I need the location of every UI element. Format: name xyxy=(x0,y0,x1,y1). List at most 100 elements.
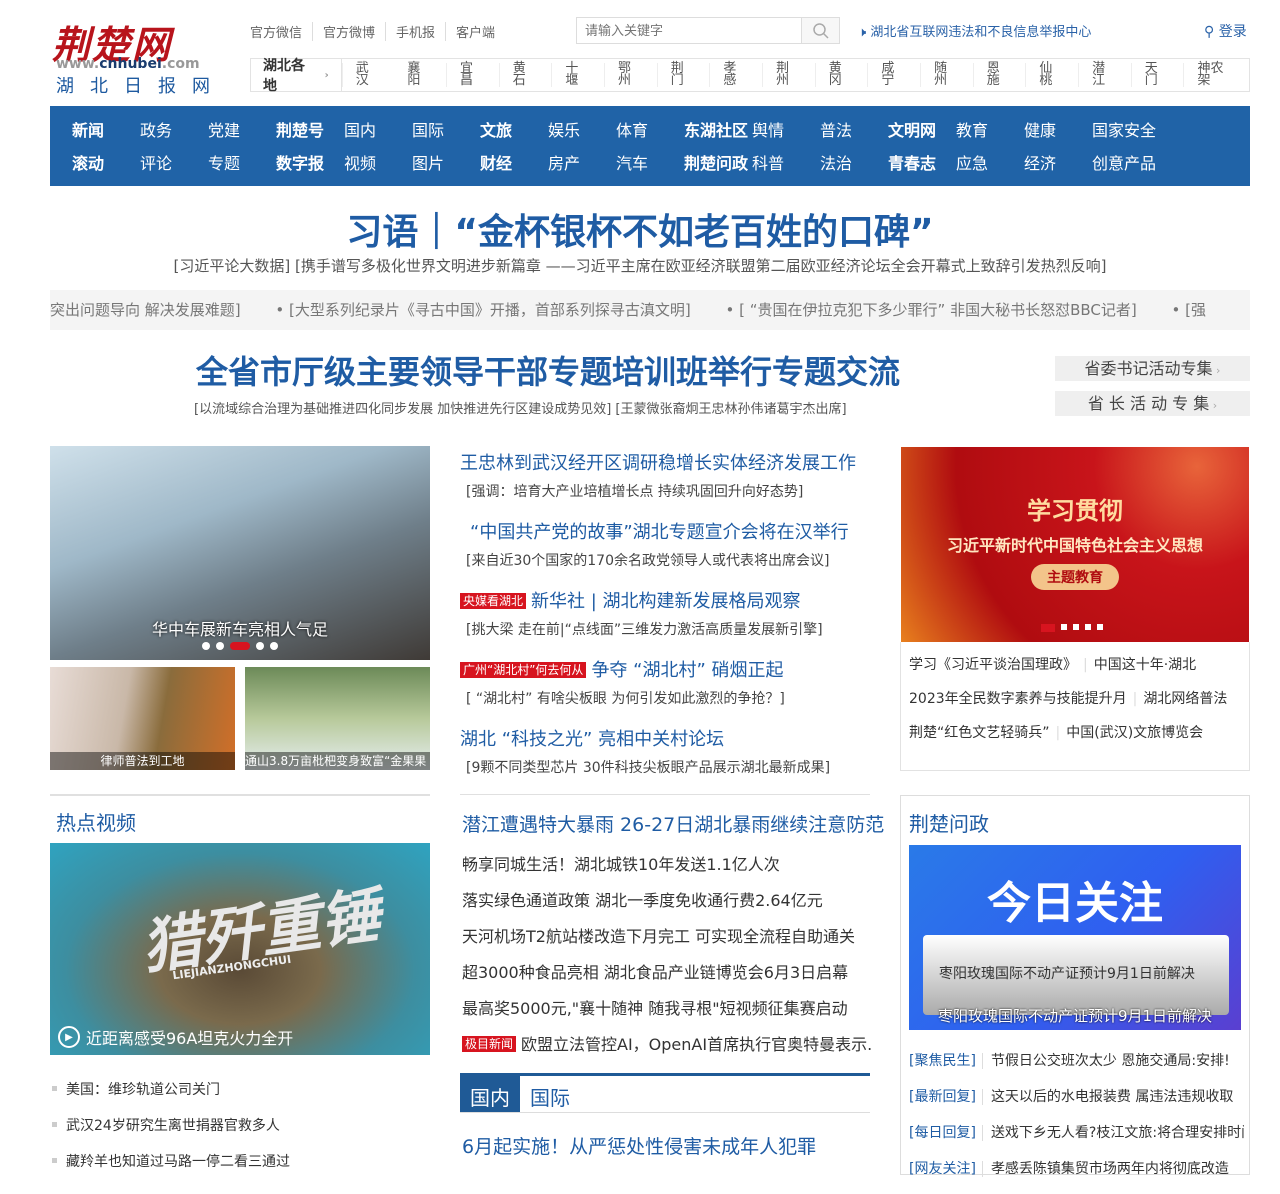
nav-item[interactable]: 政务 xyxy=(140,117,208,141)
ticker-item[interactable]: • [强 xyxy=(1172,301,1206,319)
second-headline[interactable]: 全省市厅级主要领导干部专题培训班举行专题交流 xyxy=(196,347,900,393)
news-tag[interactable]: 央媒看湖北 xyxy=(460,593,527,609)
logo-url: www.cnhubei.com xyxy=(56,56,200,72)
nav-item[interactable]: 国家安全 xyxy=(1092,117,1182,141)
governor-special-button[interactable]: 省 长 活 动 专 集 › xyxy=(1055,391,1250,416)
mobile-paper-link[interactable]: 手机报 xyxy=(386,22,447,41)
main-nav: 新闻 政务 党建 荆楚号 国内 国际 文旅 娱乐 体育 东湖社区 舆情 普法 文明网 教育 健康 国家安全 滚… xyxy=(50,106,1250,186)
region-link[interactable]: 荆州 xyxy=(762,62,815,87)
nav-item[interactable]: 新闻 xyxy=(72,117,140,141)
video-list-item[interactable]: 美国：维珍轨道公司关门 xyxy=(50,1079,430,1115)
play-icon[interactable]: ▶ xyxy=(58,1026,80,1048)
nav-item[interactable]: 舆情 xyxy=(752,117,820,141)
client-link[interactable]: 客户端 xyxy=(446,22,505,41)
nav-item[interactable]: 应急 xyxy=(956,150,1024,174)
wenzheng-item[interactable]: [网友关注] 孝感丢陈镇集贸市场两年内将彻底改造 xyxy=(909,1158,1244,1194)
nav-item[interactable]: 财经 xyxy=(480,150,548,174)
nav-item[interactable]: 文明网 xyxy=(888,117,956,141)
news-item[interactable]: 畅享同城生活！湖北城铁10年发送1.1亿人次 xyxy=(462,851,872,887)
region-link[interactable]: 恩施 xyxy=(972,62,1026,87)
nav-item[interactable]: 体育 xyxy=(616,117,684,141)
region-link[interactable]: 宜昌 xyxy=(446,62,499,87)
nav-item[interactable]: 普法 xyxy=(820,117,888,141)
region-link[interactable]: 十堰 xyxy=(551,62,604,87)
second-headline-sub[interactable]: [以流域综合治理为基础推进四化同步发展 加快推进先行区建设成势见效] [王蒙微张… xyxy=(194,398,847,417)
nav-item[interactable]: 图片 xyxy=(412,150,480,174)
nav-item[interactable]: 娱乐 xyxy=(548,117,616,141)
news-tag[interactable]: 广州“湖北村”何去何从 xyxy=(460,662,587,678)
nav-item[interactable]: 专题 xyxy=(208,150,276,174)
news-item[interactable]: 天河机场T2航站楼改造下月完工 可实现全流程自助通关 xyxy=(462,923,872,959)
region-title: 湖北各地 › xyxy=(251,58,342,94)
news-item: 极目新闻 欧盟立法管控AI，OpenAI首席执行官奥特曼表示. xyxy=(462,1031,872,1067)
news-item[interactable]: 落实绿色通道政策 湖北一季度免收通行费2.64亿元 xyxy=(462,887,872,923)
nav-item[interactable]: 健康 xyxy=(1024,117,1092,141)
thumb-photo[interactable]: 律师普法到工地 xyxy=(50,667,235,770)
ticker-item[interactable]: • [大型系列纪录片《寻古中国》开播，首部系列探寻古滇文明] xyxy=(275,301,690,319)
top-headline-sub[interactable]: [习近平论大数据] [携手谱写多极化世界文明进步新篇章 ——习近平主席在欧亚经济… xyxy=(0,255,1280,276)
ticker-item[interactable]: 突出问题导向 解决发展难题] xyxy=(50,301,241,319)
theme-education-banner[interactable]: 学习贯彻 习近平新时代中国特色社会主义思想 主题教育 xyxy=(901,447,1249,642)
region-link[interactable]: 天门 xyxy=(1130,62,1184,87)
nav-item[interactable]: 经济 xyxy=(1024,150,1092,174)
region-link[interactable]: 孝感 xyxy=(709,62,762,87)
ticker-item[interactable]: • [ “贵国在伊拉克犯下多少罪行” 非国大秘书长怒怼BBC记者] xyxy=(726,301,1137,319)
report-center-link[interactable]: 🕨 湖北省互联网违法和不良信息举报中心 xyxy=(858,21,1091,40)
wenzheng-item[interactable]: [最新回复] 这天以后的水电报装费 属违法违规收取 xyxy=(909,1086,1244,1122)
nav-item[interactable]: 创意产品 xyxy=(1092,150,1182,174)
lead-news[interactable]: 潜江遭遇特大暴雨 26-27日湖北暴雨继续注意防范 xyxy=(462,810,884,837)
nav-item[interactable]: 国际 xyxy=(412,117,480,141)
thumb-photo[interactable]: 通山3.8万亩枇杷变身致富“金果果 xyxy=(245,667,430,770)
tab-domestic[interactable]: 国内 xyxy=(460,1076,520,1112)
news-tabs: 国内 国际 xyxy=(460,1073,870,1113)
nav-item[interactable]: 汽车 xyxy=(616,150,684,174)
region-link[interactable]: 黄冈 xyxy=(814,62,868,87)
top-headline[interactable]: 习语｜“金杯银杯不如老百姓的口碑” xyxy=(0,203,1280,255)
news-item[interactable]: 最高奖5000元,"襄十随神 随我寻根"短视频征集赛启动 xyxy=(462,995,872,1031)
region-link[interactable]: 武汉 xyxy=(341,62,395,87)
today-focus-image[interactable]: 今日关注 枣阳玫瑰国际不动产证预计9月1日前解决 枣阳玫瑰国际不动产证预计9月1… xyxy=(909,845,1241,1030)
region-link[interactable]: 仙桃 xyxy=(1025,62,1078,87)
region-link[interactable]: 黄石 xyxy=(498,62,552,87)
wechat-link[interactable]: 官方微信 xyxy=(250,22,314,41)
nav-item[interactable]: 东湖社区 xyxy=(684,117,752,141)
nav-item[interactable]: 国内 xyxy=(344,117,412,141)
search-input[interactable] xyxy=(576,17,802,44)
region-link[interactable]: 神农架 xyxy=(1183,62,1249,87)
region-link[interactable]: 潜江 xyxy=(1078,62,1131,87)
wenzheng-item[interactable]: [每日回复] 送戏下乡无人看?枝江文旅:将合理安排时间 xyxy=(909,1122,1244,1158)
nav-item[interactable]: 党建 xyxy=(208,117,276,141)
tab-international[interactable]: 国际 xyxy=(520,1076,580,1112)
nav-item[interactable]: 科普 xyxy=(752,150,820,174)
search-button[interactable] xyxy=(801,17,840,44)
wenzheng-item[interactable]: [聚焦民生] 节假日公交班次太少 恩施交通局:安排! xyxy=(909,1050,1244,1086)
party-secretary-special-button[interactable]: 省委书记活动专集 › xyxy=(1055,356,1250,381)
nav-item[interactable]: 评论 xyxy=(140,150,208,174)
region-link[interactable]: 襄阳 xyxy=(394,62,446,87)
nav-item[interactable]: 文旅 xyxy=(480,117,548,141)
nav-item[interactable]: 数字报 xyxy=(276,150,344,174)
nav-item[interactable]: 教育 xyxy=(956,117,1024,141)
nav-item[interactable]: 视频 xyxy=(344,150,412,174)
news-item[interactable]: 超3000种食品亮相 湖北食品产业链博览会6月3日启幕 xyxy=(462,959,872,995)
nav-item[interactable]: 滚动 xyxy=(72,150,140,174)
video-list-item[interactable]: 藏羚羊也知道过马路一停二看三通过 xyxy=(50,1151,430,1187)
nav-item[interactable]: 青春志 xyxy=(888,150,956,174)
region-link[interactable]: 随州 xyxy=(920,62,973,87)
login-link[interactable]: ⚲ 登录 xyxy=(1204,21,1247,41)
banner-dots[interactable] xyxy=(1041,624,1103,632)
nav-item[interactable]: 荆楚号 xyxy=(276,117,344,141)
region-link[interactable]: 鄂州 xyxy=(604,62,657,87)
video-list-item[interactable]: 武汉24岁研究生离世捐器官救多人 xyxy=(50,1115,430,1151)
weibo-link[interactable]: 官方微博 xyxy=(313,22,387,41)
photo-slider[interactable]: 华中车展新车亮相人气足 xyxy=(50,446,430,660)
slider-caption: 华中车展新车亮相人气足 xyxy=(151,620,328,639)
nav-item[interactable]: 荆楚问政 xyxy=(684,150,752,174)
hot-video-player[interactable]: 猎歼重锤 LIEJIANZHONGCHUI ▶ 近距离感受96A坦克火力全开 xyxy=(50,843,430,1055)
tab-lead-news[interactable]: 6月起实施！从严惩处性侵害未成年人犯罪 xyxy=(462,1132,816,1159)
nav-item[interactable]: 房产 xyxy=(548,150,616,174)
slider-dots[interactable] xyxy=(202,642,278,650)
region-link[interactable]: 荆门 xyxy=(656,62,710,87)
nav-item[interactable]: 法治 xyxy=(820,150,888,174)
region-link[interactable]: 咸宁 xyxy=(867,62,920,87)
